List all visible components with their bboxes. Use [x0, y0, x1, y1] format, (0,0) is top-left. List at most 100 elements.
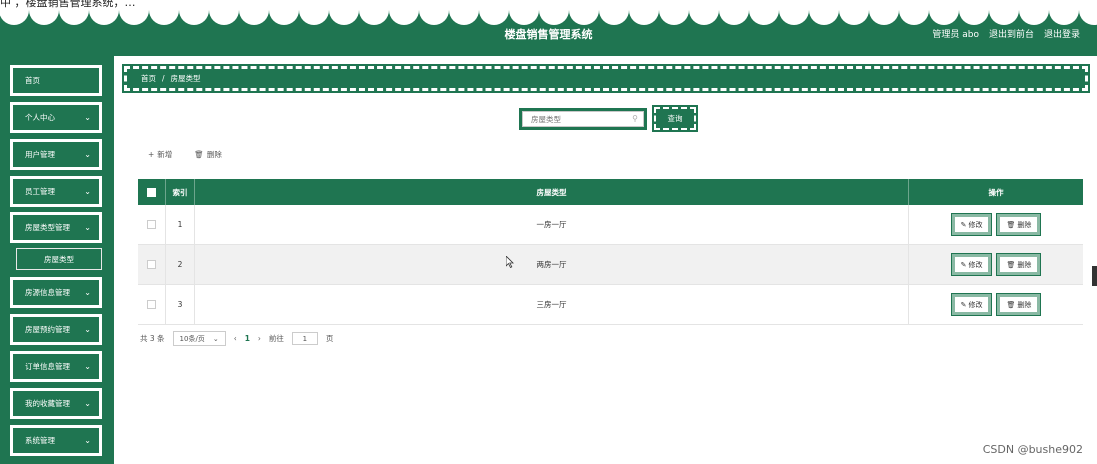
edit-icon: ✎ — [960, 300, 967, 309]
query-button[interactable]: 查询 — [652, 105, 698, 132]
trash-icon: 🗑 — [1006, 220, 1016, 229]
chevron-down-icon: ⌄ — [84, 150, 91, 159]
table-header: 索引 房屋类型 操作 — [138, 179, 1083, 205]
row-house-type: 两房一厅 — [195, 245, 909, 284]
delete-label: 删除 — [1017, 220, 1032, 229]
sidebar-item-orders[interactable]: 订单信息管理 ⌄ — [10, 351, 102, 382]
row-checkbox-cell — [138, 285, 166, 324]
sidebar-item-house-type-mgmt[interactable]: 房屋类型管理 ⌄ — [10, 212, 102, 243]
edit-button[interactable]: ✎ 修改 — [950, 293, 993, 316]
page-suffix: 页 — [325, 334, 334, 343]
sidebar-item-label: 房屋类型管理 — [25, 223, 70, 232]
house-type-table: 索引 房屋类型 操作 1 一房一厅 ✎ 修改 🗑 删除 2 两房一厅 ✎ 修改 🗑 删除… — [138, 179, 1083, 325]
sidebar-item-label: 员工管理 — [25, 187, 55, 196]
table-row: 2 两房一厅 ✎ 修改 🗑 删除 — [138, 245, 1083, 285]
next-page-icon[interactable]: › — [258, 334, 261, 343]
add-button[interactable]: + 新增 — [148, 149, 172, 160]
goto-label: 前往 — [268, 334, 284, 343]
edit-icon: ✎ — [960, 260, 967, 269]
delete-button[interactable]: 🗑 删除 — [996, 213, 1042, 236]
chevron-down-icon: ⌄ — [84, 399, 91, 408]
batch-delete-button[interactable]: 🗑 删除 — [194, 149, 222, 160]
chevron-down-icon: ⌄ — [84, 362, 91, 371]
page-size-value: 10条/页 — [179, 334, 205, 343]
sidebar-item-label: 订单信息管理 — [25, 362, 70, 371]
chevron-down-icon: ⌄ — [84, 187, 91, 196]
row-checkbox[interactable] — [147, 260, 156, 269]
add-button-label: 新增 — [157, 150, 173, 159]
chevron-down-icon: ⌄ — [212, 334, 219, 343]
sidebar-subitem-house-type[interactable]: 房屋类型 — [16, 248, 102, 270]
row-checkbox-cell — [138, 205, 166, 244]
sidebar-item-favorites[interactable]: 我的收藏管理 ⌄ — [10, 388, 102, 419]
current-page[interactable]: 1 — [245, 334, 250, 343]
query-button-label: 查询 — [667, 114, 683, 123]
edit-label: 修改 — [968, 220, 983, 229]
top-strip: 中 ，楼盘销售管理系统，… — [0, 0, 1097, 10]
watermark: CSDN @bushe902 — [982, 443, 1083, 456]
trash-icon: 🗑 — [1006, 260, 1016, 269]
header-index: 索引 — [166, 179, 195, 205]
mouse-cursor-icon — [506, 256, 514, 268]
search-icon: ⚲ — [632, 114, 638, 123]
header-user-actions: 管理员 abo 退出到前台 退出登录 — [932, 27, 1080, 40]
select-all-checkbox[interactable] — [147, 187, 156, 197]
total-count: 共 3 条 — [140, 334, 165, 343]
sidebar-item-label: 个人中心 — [25, 113, 55, 122]
sidebar-subitem-label: 房屋类型 — [44, 254, 74, 264]
scrollbar-handle[interactable] — [1092, 266, 1097, 286]
logout-link[interactable]: 退出登录 — [1044, 27, 1080, 40]
sidebar-item-reservations[interactable]: 房屋预约管理 ⌄ — [10, 314, 102, 345]
row-checkbox[interactable] — [147, 220, 156, 229]
edit-label: 修改 — [968, 300, 983, 309]
cut-off-text: 中 ，楼盘销售管理系统，… — [0, 0, 136, 9]
sidebar-item-home[interactable]: 首页 — [10, 65, 102, 96]
row-checkbox[interactable] — [147, 300, 156, 309]
edit-label: 修改 — [968, 260, 983, 269]
pagination: 共 3 条 10条/页 ⌄ ‹ 1 › 前往 1 页 — [140, 331, 333, 346]
chevron-down-icon: ⌄ — [84, 288, 91, 297]
breadcrumb: 首页 / 房屋类型 — [122, 64, 1090, 93]
header-house-type: 房屋类型 — [195, 179, 909, 205]
goto-frontend-link[interactable]: 退出到前台 — [989, 27, 1034, 40]
row-index: 3 — [166, 285, 195, 324]
sidebar-item-label: 系统管理 — [25, 436, 55, 445]
sidebar-item-label: 房屋预约管理 — [25, 325, 70, 334]
goto-page-input[interactable]: 1 — [291, 332, 318, 345]
delete-button[interactable]: 🗑 删除 — [996, 253, 1042, 276]
row-actions: ✎ 修改 🗑 删除 — [909, 205, 1083, 244]
breadcrumb-home[interactable]: 首页 — [141, 73, 156, 84]
header-checkbox-cell — [138, 179, 166, 205]
sidebar-item-system[interactable]: 系统管理 ⌄ — [10, 425, 102, 456]
sidebar-item-staff[interactable]: 员工管理 ⌄ — [10, 176, 102, 207]
row-actions: ✎ 修改 🗑 删除 — [909, 245, 1083, 284]
row-house-type: 一房一厅 — [195, 205, 909, 244]
breadcrumb-current: 房屋类型 — [170, 74, 201, 83]
header-actions: 操作 — [988, 187, 1004, 197]
row-actions: ✎ 修改 🗑 删除 — [909, 285, 1083, 324]
chevron-down-icon: ⌄ — [84, 325, 91, 334]
page-size-select[interactable]: 10条/页 ⌄ — [172, 331, 226, 346]
search-input[interactable] — [522, 111, 644, 127]
sidebar-item-users[interactable]: 用户管理 ⌄ — [10, 139, 102, 170]
app-header: 楼盘销售管理系统 管理员 abo 退出到前台 退出登录 — [0, 10, 1097, 56]
chevron-down-icon: ⌄ — [84, 223, 91, 232]
chevron-down-icon: ⌄ — [84, 436, 91, 445]
sidebar-item-listings[interactable]: 房源信息管理 ⌄ — [10, 277, 102, 308]
prev-page-icon[interactable]: ‹ — [234, 334, 237, 343]
edit-button[interactable]: ✎ 修改 — [950, 253, 993, 276]
row-house-type: 三房一厅 — [195, 285, 909, 324]
delete-button[interactable]: 🗑 删除 — [996, 293, 1042, 316]
delete-label: 删除 — [1017, 260, 1032, 269]
sidebar-item-profile[interactable]: 个人中心 ⌄ — [10, 102, 102, 133]
edit-icon: ✎ — [960, 220, 967, 229]
row-index: 1 — [166, 205, 195, 244]
row-checkbox-cell — [138, 245, 166, 284]
delete-label: 删除 — [1017, 300, 1032, 309]
plus-icon: + — [148, 150, 155, 159]
edit-button[interactable]: ✎ 修改 — [950, 213, 993, 236]
trash-icon: 🗑 — [1006, 300, 1016, 309]
sidebar-item-label: 房源信息管理 — [25, 288, 70, 297]
table-toolbar: + 新增 🗑 删除 — [148, 149, 222, 160]
sidebar-item-label: 用户管理 — [25, 150, 55, 159]
